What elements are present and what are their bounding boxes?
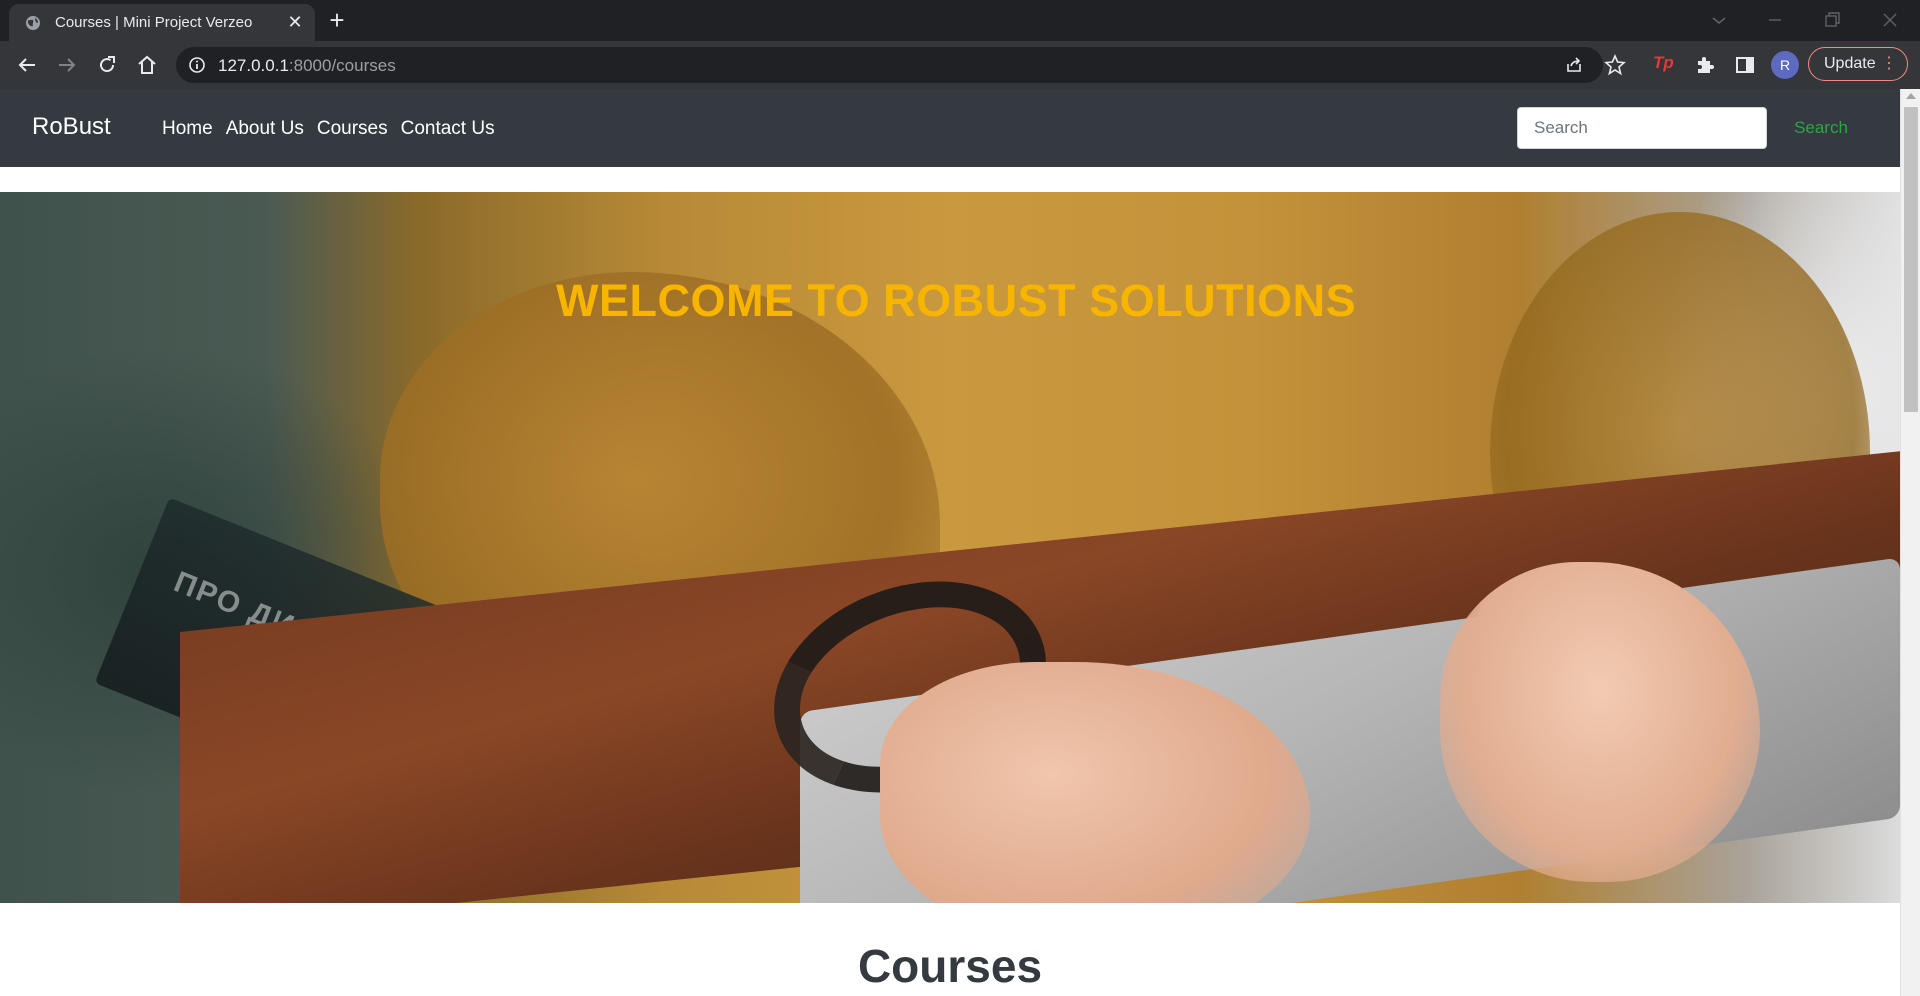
nav-link-home[interactable]: Home [162,118,213,140]
search-input[interactable] [1517,107,1767,149]
scrollbar-thumb[interactable] [1904,107,1918,412]
browser-tab[interactable]: Courses | Mini Project Verzeo ✕ [9,4,315,41]
minimize-icon[interactable] [1763,8,1787,32]
back-icon[interactable] [15,53,39,77]
tab-close-icon[interactable]: ✕ [285,12,305,32]
profile-avatar[interactable]: R [1771,51,1799,79]
url-host: 127.0.0.1 [218,56,289,75]
brand-logo[interactable]: RoBust [32,113,111,141]
nav-links: Home About Us Courses Contact Us [162,118,508,140]
page-scrollbar[interactable] [1900,89,1920,996]
hero-banner: ПРО ДИЗ WELCOME TO ROBUST SOLUTIONS [0,192,1900,903]
nav-link-courses[interactable]: Courses [317,118,388,140]
url-text: 127.0.0.1:8000/courses [218,56,396,76]
search-button[interactable]: Search [1778,107,1864,149]
globe-icon [26,16,40,30]
home-icon[interactable] [135,53,159,77]
page-viewport: RoBust Home About Us Courses Contact Us … [0,89,1920,996]
forward-icon[interactable] [55,53,79,77]
url-path: :8000/courses [288,56,396,75]
courses-heading: Courses [857,940,1043,992]
tab-title: Courses | Mini Project Verzeo [55,14,253,31]
browser-tabstrip: Courses | Mini Project Verzeo ✕ + [0,0,1920,41]
new-tab-icon[interactable]: + [325,7,349,33]
nav-link-contact-us[interactable]: Contact Us [401,118,495,140]
extension-tp-icon[interactable]: Tp [1653,53,1674,73]
more-menu-icon[interactable]: ⋮ [1881,54,1897,74]
tab-search-icon[interactable] [1707,8,1731,32]
share-icon[interactable] [1564,55,1584,75]
info-icon[interactable] [188,56,206,74]
side-panel-icon[interactable] [1733,53,1757,77]
address-bar[interactable]: 127.0.0.1:8000/courses [176,47,1603,83]
browser-toolbar: 127.0.0.1:8000/courses Tp R Update ⋮ [0,41,1920,89]
hero-title: WELCOME TO ROBUST SOLUTIONS [556,275,1357,326]
update-label: Update [1824,55,1876,72]
scroll-up-arrow-icon[interactable] [1906,93,1916,99]
bookmark-star-icon[interactable] [1603,53,1627,77]
site-navbar: RoBust Home About Us Courses Contact Us … [0,89,1900,167]
reload-icon[interactable] [95,53,119,77]
restore-icon[interactable] [1820,8,1844,32]
extensions-puzzle-icon[interactable] [1693,53,1717,77]
nav-link-about-us[interactable]: About Us [226,118,304,140]
close-window-icon[interactable] [1878,8,1902,32]
update-button[interactable]: Update ⋮ [1808,47,1908,81]
